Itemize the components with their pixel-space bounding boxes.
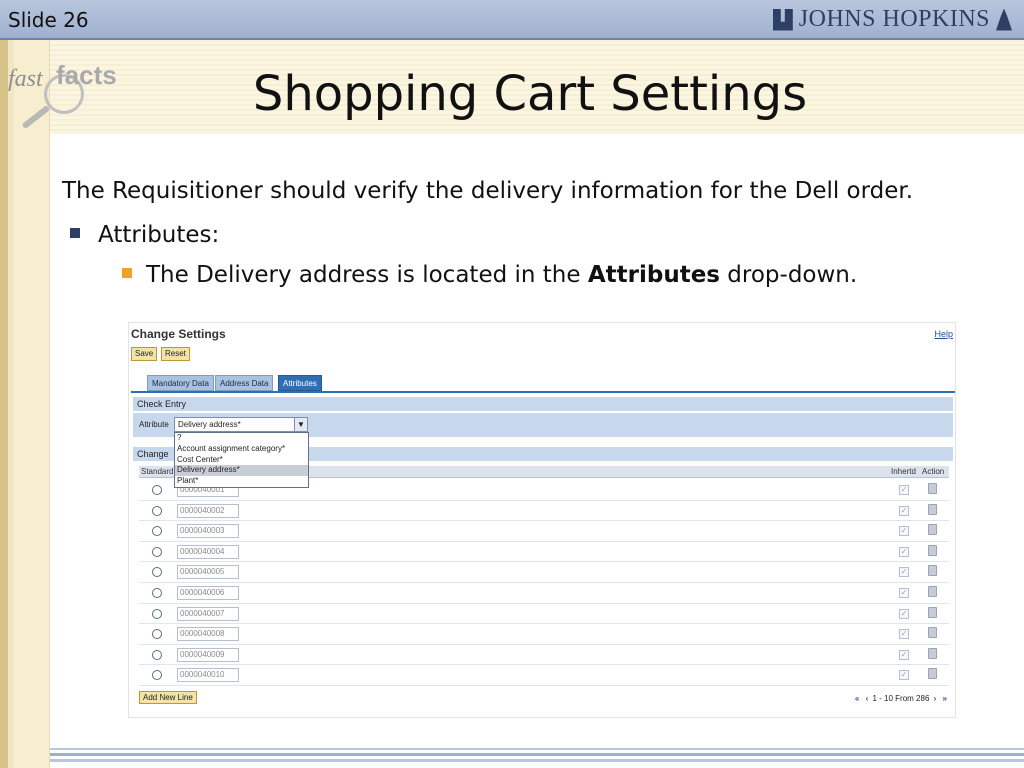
- trash-icon[interactable]: [928, 524, 937, 536]
- cost-center-value-field[interactable]: 0000040004: [177, 544, 239, 559]
- jh-shield-icon: [772, 8, 793, 31]
- next-page-icon[interactable]: ›: [934, 694, 937, 703]
- cost-center-value-field[interactable]: 0000040007: [177, 606, 239, 621]
- check-entry-header: Check Entry: [133, 397, 953, 411]
- chevron-down-icon[interactable]: ▼: [294, 418, 307, 431]
- inherited-checkbox[interactable]: ✓: [899, 546, 909, 557]
- table-row: 0000040004 ✓: [139, 541, 949, 563]
- table-row: 0000040007 ✓: [139, 603, 949, 625]
- table-row: 0000040003 ✓: [139, 521, 949, 542]
- table-row: 0000040005 ✓: [139, 562, 949, 583]
- dropdown-option[interactable]: Delivery address*: [175, 465, 308, 477]
- standard-radio[interactable]: [152, 629, 162, 640]
- table-row: 0000040002 ✓: [139, 500, 949, 522]
- trash-icon[interactable]: [928, 483, 937, 494]
- logo-text: JOHNS HOPKINS: [798, 6, 990, 32]
- save-button[interactable]: Save: [131, 347, 158, 361]
- add-new-line-button[interactable]: Add New Line: [139, 691, 197, 704]
- slide-number: Slide 26: [8, 8, 89, 32]
- johns-hopkins-logo: JOHNS HOPKINS: [772, 6, 1012, 33]
- inherited-checkbox[interactable]: ✓: [899, 629, 909, 640]
- cost-center-value-field[interactable]: 0000040009: [177, 647, 239, 662]
- dropdown-option[interactable]: Cost Center*: [175, 455, 308, 466]
- cost-center-value-field[interactable]: 0000040003: [177, 524, 239, 539]
- cost-center-value-field[interactable]: 0000040008: [177, 627, 239, 642]
- standard-radio[interactable]: [152, 608, 162, 619]
- attribute-label: Attribute: [139, 420, 169, 429]
- reset-button[interactable]: Reset: [161, 347, 190, 361]
- cost-center-grid: 0000040001 ✓ 0000040002 ✓ 0000040003 ✓ 0000040…: [139, 480, 949, 686]
- slide-title: Shopping Cart Settings: [252, 66, 808, 122]
- pager-text: 1 - 10 From 286: [872, 694, 930, 703]
- help-link[interactable]: Help: [934, 329, 953, 339]
- bullet2-after: drop-down.: [719, 262, 858, 288]
- standard-radio[interactable]: [152, 505, 162, 516]
- table-row: 0000040009 ✓: [139, 644, 949, 666]
- change-settings-title: Change Settings: [131, 327, 226, 341]
- bullet2-bold: Attributes: [587, 262, 720, 288]
- bottom-decorative-lines: [50, 748, 1024, 768]
- attribute-options-list: ? Account assignment category* Cost Center…: [174, 432, 309, 488]
- bullet2-before: The Delivery address is located in the: [146, 262, 588, 288]
- previous-page-icon[interactable]: ‹: [866, 694, 869, 703]
- inherited-checkbox[interactable]: ✓: [899, 608, 909, 619]
- attribute-dropdown[interactable]: Delivery address* ▼: [174, 417, 308, 432]
- standard-radio[interactable]: [152, 526, 162, 537]
- trash-icon[interactable]: [928, 627, 937, 639]
- standard-radio[interactable]: [152, 587, 162, 598]
- column-standard: Standard: [141, 467, 174, 476]
- dropdown-option[interactable]: Account assignment category*: [175, 444, 308, 455]
- column-inherited: Inhertd: [891, 467, 916, 476]
- inherited-checkbox[interactable]: ✓: [899, 526, 909, 537]
- standard-radio[interactable]: [152, 649, 162, 660]
- trash-icon[interactable]: [928, 668, 937, 680]
- dropdown-option[interactable]: ?: [175, 433, 308, 444]
- cost-center-value-field[interactable]: 0000040002: [177, 503, 239, 518]
- slide-header-bar: Slide 26 JOHNS HOPKINS: [0, 0, 1024, 40]
- inherited-checkbox[interactable]: ✓: [899, 505, 909, 516]
- tab-attributes[interactable]: Attributes: [278, 375, 322, 391]
- bullet-attributes: Attributes:: [70, 222, 219, 248]
- inherited-checkbox[interactable]: ✓: [899, 567, 909, 578]
- trash-icon[interactable]: [928, 585, 937, 597]
- tab-underline: [131, 391, 955, 393]
- pager: « ‹ 1 - 10 From 286 › »: [853, 694, 949, 703]
- change-settings-screenshot: Change Settings Help Save Reset Mandator…: [128, 322, 956, 718]
- standard-radio[interactable]: [152, 546, 162, 557]
- trash-icon[interactable]: [928, 565, 937, 577]
- table-row: 0000040010 ✓: [139, 665, 949, 686]
- inherited-checkbox[interactable]: ✓: [899, 670, 909, 681]
- table-row: 0000040008 ✓: [139, 624, 949, 645]
- sub-bullet-square-icon: [122, 268, 132, 278]
- cost-center-value-field[interactable]: 0000040006: [177, 585, 239, 600]
- inherited-checkbox[interactable]: ✓: [899, 649, 909, 660]
- left-decorative-strip: [0, 40, 50, 768]
- table-row: 0000040006 ✓: [139, 582, 949, 604]
- trash-icon[interactable]: [928, 647, 937, 659]
- trash-icon[interactable]: [928, 606, 937, 618]
- trash-icon[interactable]: [928, 544, 937, 556]
- standard-radio[interactable]: [152, 670, 162, 681]
- standard-radio[interactable]: [152, 567, 162, 578]
- cost-center-value-field[interactable]: 0000040005: [177, 565, 239, 580]
- standard-radio[interactable]: [152, 485, 162, 495]
- bullet-square-icon: [70, 228, 80, 238]
- dome-icon: [996, 8, 1012, 31]
- dropdown-option[interactable]: Plant*: [175, 476, 308, 487]
- intro-text: The Requisitioner should verify the deli…: [62, 178, 914, 204]
- bullet-attributes-text: Attributes:: [98, 222, 220, 248]
- trash-icon[interactable]: [928, 503, 937, 515]
- last-page-icon[interactable]: »: [943, 694, 947, 703]
- cost-center-value-field[interactable]: 0000040010: [177, 668, 239, 683]
- tab-mandatory-data[interactable]: Mandatory Data: [147, 375, 214, 391]
- tab-address-data[interactable]: Address Data: [215, 375, 274, 391]
- bullet-delivery-address: The Delivery address is located in the A…: [122, 262, 857, 288]
- column-action: Action: [922, 467, 945, 476]
- inherited-checkbox[interactable]: ✓: [899, 485, 909, 495]
- first-page-icon[interactable]: «: [855, 694, 859, 703]
- inherited-checkbox[interactable]: ✓: [899, 587, 909, 598]
- attribute-selected-value: Delivery address*: [178, 420, 241, 429]
